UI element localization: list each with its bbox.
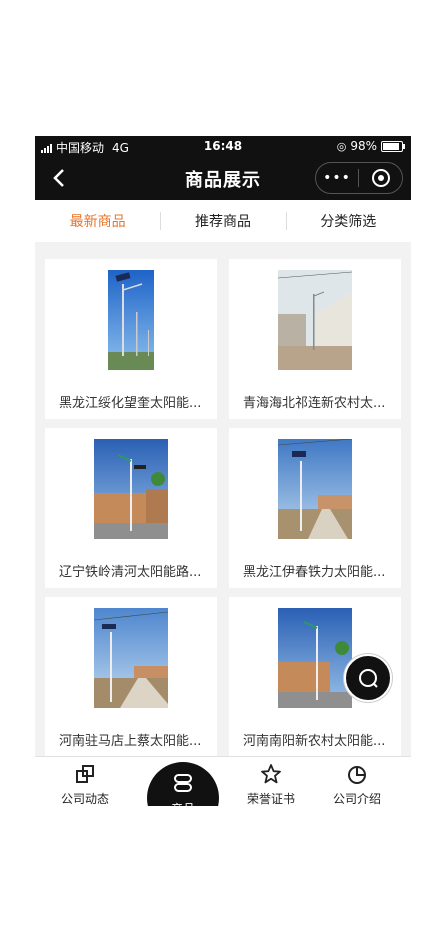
tab-company-news[interactable]: 公司动态 <box>45 763 125 806</box>
target-icon <box>371 169 390 187</box>
more-button[interactable]: ••• <box>316 170 358 186</box>
product-image <box>278 608 352 708</box>
product-image <box>278 270 352 370</box>
product-image <box>94 608 168 708</box>
product-name: 辽宁铁岭清河太阳能路... <box>59 565 202 580</box>
product-image <box>108 270 154 370</box>
chat-icon <box>359 669 378 688</box>
product-card[interactable]: 河南驻马店上蔡太阳能... <box>45 597 217 757</box>
tab-honor-certificates[interactable]: 荣誉证书 <box>231 763 311 806</box>
star-icon <box>261 764 281 784</box>
phone-screen: 中国移动 4G 16:48 ◎ 98% 商品展示 ••• 最新商品 推荐商品 分… <box>35 136 411 806</box>
battery-text: 98% <box>350 139 377 153</box>
pie-icon <box>348 766 366 784</box>
miniprogram-capsule: ••• <box>315 162 403 194</box>
product-card[interactable]: 黑龙江伊春铁力太阳能... <box>229 428 401 588</box>
tab-products[interactable]: 产品 <box>147 762 219 806</box>
location-icon: ◎ <box>336 139 347 153</box>
tab-label: 公司介绍 <box>332 792 381 806</box>
tab-label: 产品 <box>147 800 219 806</box>
close-button[interactable] <box>359 169 402 187</box>
tab-label: 公司动态 <box>60 792 109 806</box>
product-name: 黑龙江绥化望奎太阳能... <box>59 396 202 411</box>
battery-icon <box>381 140 405 152</box>
tab-category-filter[interactable]: 分类筛选 <box>285 200 411 242</box>
tab-latest[interactable]: 最新商品 <box>35 200 160 242</box>
tab-bar: 最新商品 推荐商品 分类筛选 <box>35 200 411 242</box>
product-name: 河南驻马店上蔡太阳能... <box>59 734 202 749</box>
product-image <box>278 439 352 539</box>
product-name: 河南南阳新农村太阳能... <box>243 734 386 749</box>
product-card[interactable]: 青海海北祁连新农村太... <box>229 259 401 419</box>
tab-recommended[interactable]: 推荐商品 <box>160 200 285 242</box>
navigation-bar: 商品展示 ••• <box>35 156 411 200</box>
product-icon <box>174 774 192 792</box>
product-name: 青海海北祁连新农村太... <box>243 396 386 411</box>
news-icon <box>76 765 94 783</box>
status-bar: 中国移动 4G 16:48 ◎ 98% <box>35 136 411 156</box>
floating-chat-button[interactable] <box>344 654 392 702</box>
product-image <box>94 439 168 539</box>
product-card[interactable]: 黑龙江绥化望奎太阳能... <box>45 259 217 419</box>
bottom-tab-bar: 公司动态 荣誉证书 公司介绍 <box>35 756 411 806</box>
product-card[interactable]: 辽宁铁岭清河太阳能路... <box>45 428 217 588</box>
tab-company-intro[interactable]: 公司介绍 <box>317 763 397 806</box>
tab-label: 荣誉证书 <box>246 792 295 806</box>
product-name: 黑龙江伊春铁力太阳能... <box>243 565 386 580</box>
